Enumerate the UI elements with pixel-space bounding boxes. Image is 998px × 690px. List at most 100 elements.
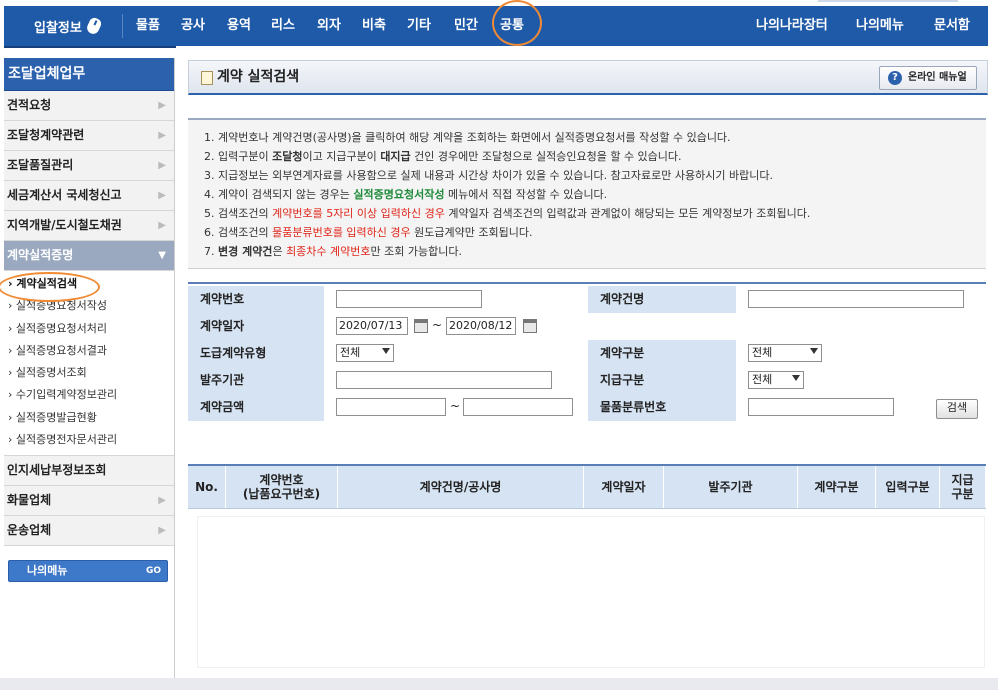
search-form: 계약번호 계약건명 계약일자 2020/07/13 ~ 2020/08/12 도… [188,282,986,424]
col-contract-no: 계약번호 (납품요구번호) [226,466,338,508]
search-button[interactable]: 검색 [936,399,978,419]
contract-name-input[interactable] [748,290,964,308]
chevron-down-icon: ▼ [158,250,166,261]
my-menu-label: 나의메뉴 [27,564,68,577]
help-icon: ? [888,71,902,85]
chevron-right-icon: ▶ [158,190,166,201]
nav-foreign[interactable]: 외자 [317,6,341,46]
contract-kind-select[interactable]: 전체 [748,344,822,362]
notice-line-2: 2. 입력구분이 조달청이고 지급구분이 대지급 건인 경우에만 조달청으로 실… [204,150,682,163]
my-menu-button[interactable]: 나의메뉴 GO [8,560,168,582]
nav-service[interactable]: 용역 [227,6,251,46]
nav-construction[interactable]: 공사 [181,6,205,46]
col-payment-kind: 지급 구분 [940,466,986,508]
top-deco-line [818,0,958,2]
subcontract-type-label: 도급계약유형 [188,340,324,367]
amount-to-input[interactable] [463,398,573,416]
date-to-input[interactable]: 2020/08/12 [446,317,516,335]
subcontract-type-select[interactable]: 전체 [336,344,394,362]
notice-line-3: 3. 지급정보는 외부연계자료를 사용함으로 실제 내용과 시간상 차이가 있을… [204,169,773,182]
calendar-icon[interactable] [414,319,428,333]
chevron-right-icon: ▶ [158,220,166,231]
chevron-right-icon: ▶ [158,160,166,171]
sidebar: 조달업체업무 견적요청 ▶ 조달청계약관련 ▶ 조달품질관리 ▶ 세금계산서 국세청신… [0,58,175,678]
results-table: No. 계약번호 (납품요구번호) 계약건명/공사명 계약일자 발주기관 계약구… [188,464,986,677]
nav-my-menu[interactable]: 나의메뉴 [856,6,904,46]
col-ordering-org: 발주기관 [664,466,798,508]
notice-line-6: 6. 검색조건의 물품분류번호를 입력하신 경우 원도급계약만 조회됩니다. [204,226,533,239]
chevron-right-icon: ▶ [158,130,166,141]
sub-item-cert-view[interactable]: › 실적증명서조회 [4,362,174,384]
search-row-2: 계약일자 2020/07/13 ~ 2020/08/12 [188,313,986,341]
sub-item-issue-status[interactable]: › 실적증명발급현황 [4,407,174,429]
notice-box: 1. 계약번호나 계약건명(공사명)을 클릭하여 해당 계약을 조회하는 화면에… [188,118,986,269]
bid-info-menu[interactable]: 입찰정보 [14,6,120,46]
search-row-1: 계약번호 계약건명 [188,286,986,314]
sub-item-request-result[interactable]: › 실적증명요청서결과 [4,340,174,362]
notice-line-5: 5. 검색조건의 계약번호를 5자리 이상 입력하신 경우 계약일자 검색조건의… [204,207,811,220]
sidebar-title: 조달업체업무 [4,58,174,91]
contract-no-input[interactable] [336,290,482,308]
chevron-right-icon: ▶ [158,525,166,537]
sidebar-item-cargo[interactable]: 화물업체 ▶ [4,486,174,517]
highlight-circle-search [0,272,100,302]
notice-line-4: 4. 계약이 검색되지 않는 경우는 실적증명요청서작성 메뉴에서 직접 작성할… [204,188,608,201]
results-body [188,509,986,677]
sidebar-item-pps-contract[interactable]: 조달청계약관련 ▶ [4,121,174,151]
nav-private[interactable]: 민간 [454,6,478,46]
sub-item-request-process[interactable]: › 실적증명요청서처리 [4,318,174,340]
ordering-org-input[interactable] [336,371,552,389]
sub-item-manual-entry[interactable]: › 수기입력계약정보관리 [4,384,174,406]
results-empty-area [198,517,984,667]
sidebar-item-quality[interactable]: 조달품질관리 ▶ [4,151,174,181]
main-content: 계약 실적검색 ? 온라인 매뉴얼 1. 계약번호나 계약건명(공사명)을 클릭… [176,46,998,690]
contract-date-label: 계약일자 [188,313,324,340]
chevron-right-icon: ▶ [158,495,166,507]
sub-item-e-document[interactable]: › 실적증명전자문서관리 [4,429,174,451]
col-contract-date: 계약일자 [584,466,664,508]
results-header: No. 계약번호 (납품요구번호) 계약건명/공사명 계약일자 발주기관 계약구… [188,466,986,509]
ordering-org-label: 발주기관 [188,367,324,394]
sidebar-item-performance-cert[interactable]: 계약실적증명 ▼ [4,241,174,271]
bottom-strip [0,678,998,690]
payment-kind-select[interactable]: 전체 [748,371,804,389]
search-row-3: 도급계약유형 전체 계약구분 전체 [188,340,986,368]
sidebar-item-quote-request[interactable]: 견적요청 ▶ [4,91,174,121]
chevron-down-icon [810,348,818,354]
nav-stockpile[interactable]: 비축 [362,6,386,46]
page-title: 계약 실적검색 [217,69,300,85]
nav-my-naramarket[interactable]: 나의나라장터 [756,6,828,46]
contract-kind-label: 계약구분 [588,340,736,367]
chevron-down-icon [792,375,800,381]
amount-from-input[interactable] [336,398,446,416]
contract-no-label: 계약번호 [188,286,324,313]
online-manual-button[interactable]: ? 온라인 매뉴얼 [879,66,977,90]
date-from-input[interactable]: 2020/07/13 [336,317,408,335]
col-input-kind: 입력구분 [876,466,940,508]
item-class-label: 물품분류번호 [588,394,736,421]
nav-divider [122,14,123,38]
notice-line-1: 1. 계약번호나 계약건명(공사명)을 클릭하여 해당 계약을 조회하는 화면에… [204,131,731,144]
search-row-5: 계약금액 ~ 물품분류번호 검색 [188,394,986,422]
contract-name-label: 계약건명 [588,286,736,313]
mouse-icon [85,16,103,36]
col-contract-name: 계약건명/공사명 [338,466,584,508]
calendar-icon[interactable] [523,319,537,333]
nav-etc[interactable]: 기타 [407,6,431,46]
nav-goods[interactable]: 물품 [136,6,160,46]
sidebar-item-transport[interactable]: 운송업체 ▶ [4,516,174,547]
payment-kind-label: 지급구분 [588,367,736,394]
highlight-circle-common [492,0,542,46]
date-separator: ~ [432,318,443,332]
nav-document-box[interactable]: 문서함 [934,6,970,46]
page-title-bar: 계약 실적검색 ? 온라인 매뉴얼 [188,60,988,95]
sidebar-item-tax-invoice[interactable]: 세금계산서 국세청신고 ▶ [4,181,174,211]
col-no: No. [188,466,226,508]
chevron-down-icon [382,348,390,354]
nav-lease[interactable]: 리스 [271,6,295,46]
sidebar-item-stamp-tax[interactable]: 인지세납부정보조회 [4,456,174,487]
chevron-right-icon: ▶ [158,100,166,111]
item-class-input[interactable] [748,398,894,416]
go-label: GO [145,566,161,576]
sidebar-item-bonds[interactable]: 지역개발/도시철도채권 ▶ [4,211,174,241]
